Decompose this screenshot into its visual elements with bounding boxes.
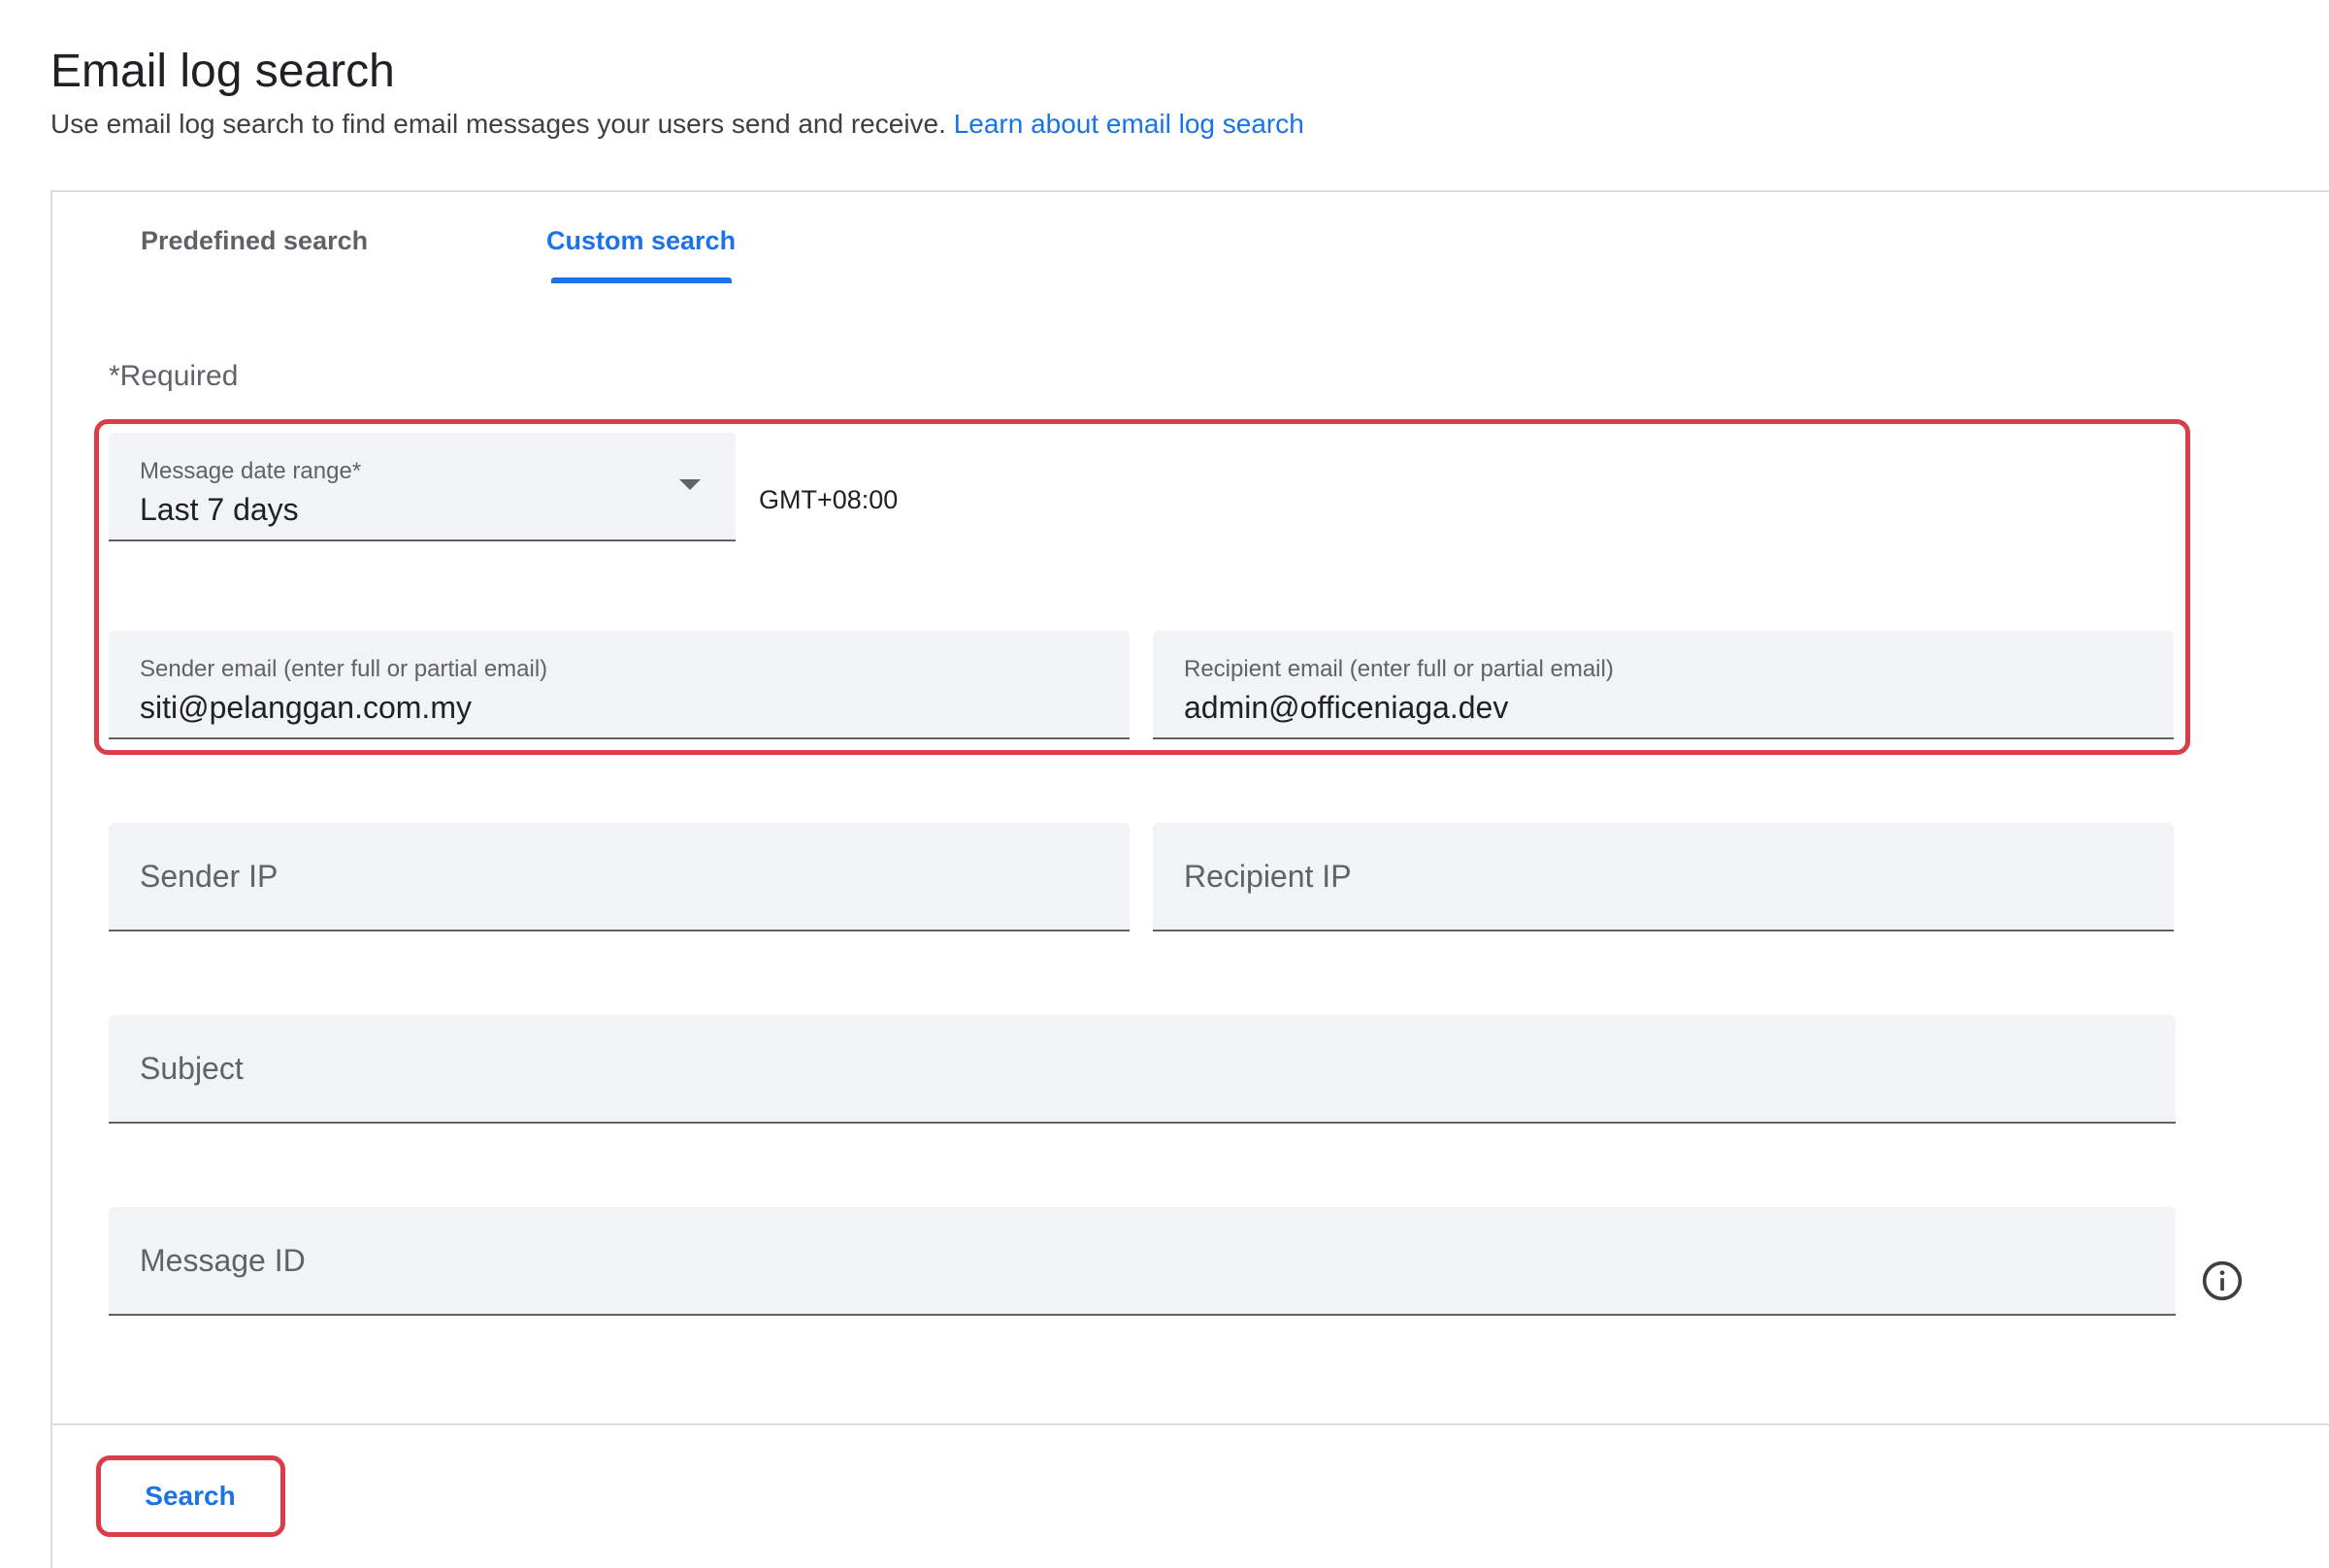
sender-email-field[interactable]: Sender email (enter full or partial emai… — [109, 631, 1130, 739]
recipient-ip-field[interactable]: Recipient IP — [1153, 823, 2174, 931]
recipient-ip-placeholder: Recipient IP — [1184, 859, 1352, 894]
sender-email-value: siti@pelanggan.com.my — [140, 690, 472, 725]
recipient-email-field[interactable]: Recipient email (enter full or partial e… — [1153, 631, 2174, 739]
message-id-placeholder: Message ID — [140, 1243, 306, 1278]
subject-field[interactable]: Subject — [109, 1015, 2176, 1124]
sender-ip-field[interactable]: Sender IP — [109, 823, 1130, 931]
page-title: Email log search — [50, 46, 395, 97]
recipient-email-label: Recipient email (enter full or partial e… — [1184, 656, 1614, 682]
tab-custom-search[interactable]: Custom search — [546, 225, 736, 256]
footer-divider — [52, 1423, 2329, 1425]
subject-placeholder: Subject — [140, 1051, 244, 1086]
date-range-value: Last 7 days — [140, 492, 299, 527]
required-note: *Required — [109, 360, 239, 392]
page-description-text: Use email log search to find email messa… — [50, 109, 946, 139]
page-description: Use email log search to find email messa… — [50, 107, 1304, 142]
learn-more-link[interactable]: Learn about email log search — [954, 109, 1304, 139]
tab-predefined-search[interactable]: Predefined search — [141, 225, 368, 256]
sender-email-label: Sender email (enter full or partial emai… — [140, 656, 548, 682]
recipient-email-value: admin@officeniaga.dev — [1184, 690, 1509, 725]
sender-ip-placeholder: Sender IP — [140, 859, 279, 894]
timezone-label: GMT+08:00 — [759, 485, 899, 514]
active-tab-indicator — [551, 278, 732, 283]
date-range-label: Message date range* — [140, 458, 362, 484]
info-icon[interactable] — [2201, 1259, 2244, 1302]
arrow-drop-down-icon — [679, 479, 701, 490]
message-id-field[interactable]: Message ID — [109, 1207, 2176, 1316]
search-button[interactable]: Search — [107, 1465, 274, 1527]
date-range-select[interactable]: Message date range* Last 7 days — [109, 433, 736, 541]
